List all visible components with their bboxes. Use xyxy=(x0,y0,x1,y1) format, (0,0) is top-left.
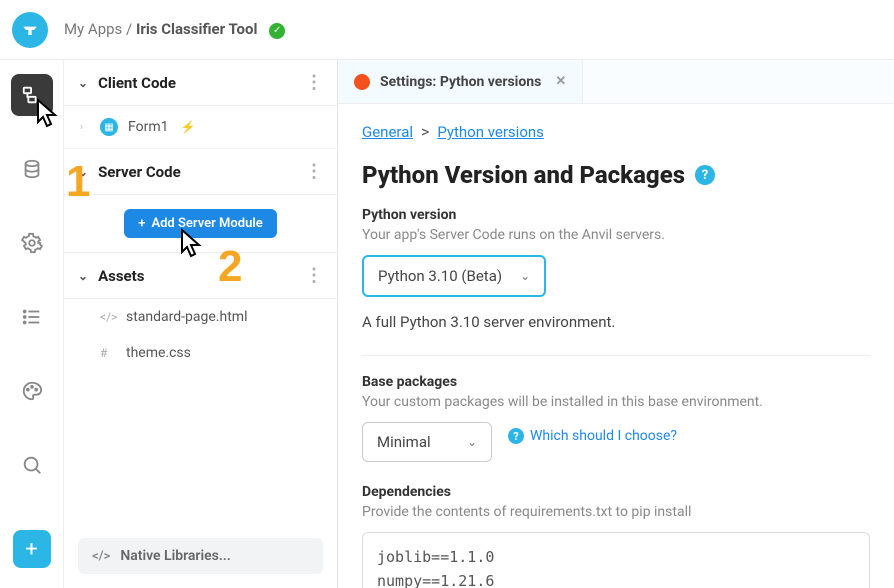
chevron-down-icon: ⌄ xyxy=(78,269,88,283)
add-server-module-button[interactable]: + Add Server Module xyxy=(124,209,276,238)
icon-rail: + xyxy=(0,60,64,588)
dependencies-help: Provide the contents of requirements.txt… xyxy=(362,504,870,520)
app-sidebar: ⌄Client Code ⋮ › ▦ Form1 ⚡ ⌄Server Code … xyxy=(64,60,338,588)
form-icon: ▦ xyxy=(100,118,118,136)
plus-icon: + xyxy=(138,216,145,231)
hash-icon: # xyxy=(100,346,114,360)
client-code-menu[interactable]: ⋮ xyxy=(305,72,323,93)
breadcrumb-current[interactable]: Iris Classifier Tool xyxy=(136,20,257,38)
tab-settings-python-versions[interactable]: Settings: Python versions ✕ xyxy=(338,60,583,103)
server-code-menu[interactable]: ⋮ xyxy=(305,161,323,182)
which-should-i-choose-link[interactable]: ? Which should I choose? xyxy=(508,428,677,444)
breadcrumb-python-versions[interactable]: Python versions xyxy=(437,123,544,141)
anvil-logo[interactable] xyxy=(12,12,48,48)
breadcrumb-general[interactable]: General xyxy=(362,123,413,141)
python-version-help: Your app's Server Code runs on the Anvil… xyxy=(362,227,870,243)
base-packages-select[interactable]: Minimal ⌄ xyxy=(362,422,492,462)
settings-tab-icon xyxy=(354,74,370,90)
rail-app-browser-icon[interactable] xyxy=(11,74,53,116)
breadcrumb: My Apps / Iris Classifier Tool ✓ xyxy=(64,20,285,38)
rail-search-icon[interactable] xyxy=(11,444,53,486)
dependencies-textarea[interactable]: joblib==1.1.0 numpy==1.21.6 scikit-learn… xyxy=(362,532,870,588)
chevron-right-icon: › xyxy=(80,122,83,133)
chevron-down-icon: ⌄ xyxy=(78,76,88,90)
rail-settings-icon[interactable] xyxy=(11,222,53,264)
chevron-down-icon: ⌄ xyxy=(78,165,88,179)
rail-list-icon[interactable] xyxy=(11,296,53,338)
help-icon[interactable]: ? xyxy=(695,165,715,185)
settings-breadcrumb: General > Python versions xyxy=(362,122,870,141)
form-item[interactable]: › ▦ Form1 ⚡ xyxy=(64,106,337,149)
form-label: Form1 xyxy=(128,119,168,135)
chevron-down-icon: ⌄ xyxy=(467,435,477,449)
code-icon: </> xyxy=(100,310,114,324)
rail-database-icon[interactable] xyxy=(11,148,53,190)
breadcrumb-root[interactable]: My Apps xyxy=(64,20,122,38)
divider xyxy=(362,355,870,356)
base-packages-help: Your custom packages will be installed i… xyxy=(362,394,870,410)
rail-theme-icon[interactable] xyxy=(11,370,53,412)
asset-item[interactable]: </> standard-page.html xyxy=(64,299,337,335)
python-version-desc: A full Python 3.10 server environment. xyxy=(362,313,870,331)
page-title: Python Version and Packages ? xyxy=(362,161,870,189)
asset-label: standard-page.html xyxy=(126,309,247,325)
asset-item[interactable]: # theme.css xyxy=(64,335,337,371)
bolt-icon: ⚡ xyxy=(180,120,195,134)
dependencies-label: Dependencies xyxy=(362,484,870,500)
chevron-down-icon: ⌄ xyxy=(520,269,530,283)
assets-menu[interactable]: ⋮ xyxy=(305,265,323,286)
server-code-header[interactable]: ⌄Server Code ⋮ xyxy=(64,149,337,195)
code-icon: </> xyxy=(92,549,110,564)
close-tab-icon[interactable]: ✕ xyxy=(555,74,566,89)
assets-header[interactable]: ⌄Assets ⋮ xyxy=(64,253,337,299)
asset-label: theme.css xyxy=(126,345,191,361)
rail-add-button[interactable]: + xyxy=(13,530,51,568)
client-code-header[interactable]: ⌄Client Code ⋮ xyxy=(64,60,337,106)
help-icon: ? xyxy=(508,428,524,444)
native-libraries-button[interactable]: </> Native Libraries... xyxy=(78,538,323,574)
status-check-icon: ✓ xyxy=(269,23,285,39)
python-version-label: Python version xyxy=(362,207,870,223)
base-packages-label: Base packages xyxy=(362,374,870,390)
python-version-select[interactable]: Python 3.10 (Beta) ⌄ xyxy=(362,255,546,297)
